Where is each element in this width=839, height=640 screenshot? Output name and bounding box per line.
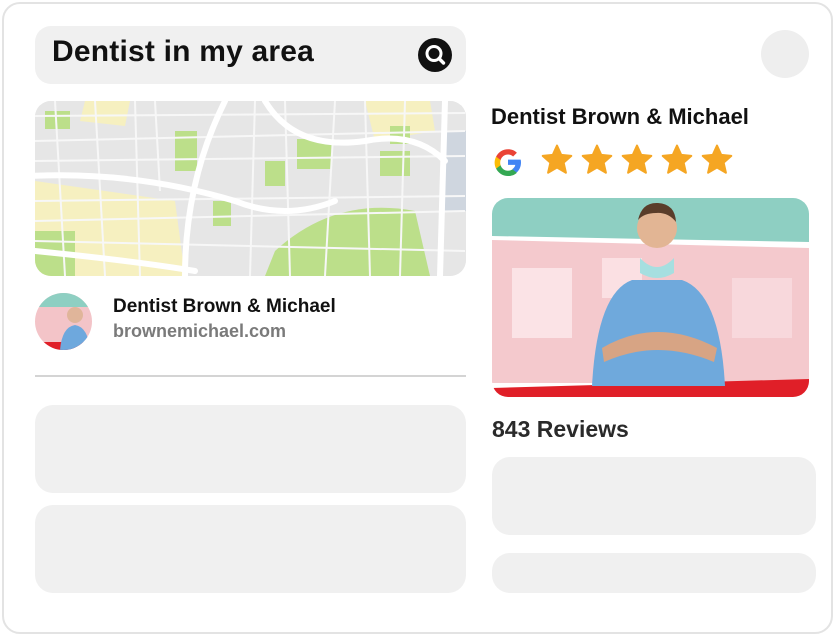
star-icon (701, 144, 733, 174)
search-icon (425, 45, 446, 65)
search-button[interactable] (418, 38, 452, 72)
star-icon (661, 144, 693, 174)
google-icon (494, 149, 521, 176)
listing-name[interactable]: Dentist Brown & Michael (113, 296, 336, 318)
business-photo[interactable] (492, 198, 809, 397)
map-view[interactable] (35, 101, 466, 276)
listing-url[interactable]: brownemichael.com (113, 321, 286, 342)
divider (35, 375, 466, 377)
search-query: Dentist in my area (52, 35, 315, 68)
listing-thumbnail[interactable] (35, 293, 92, 350)
dentist-photo-image (492, 198, 809, 397)
map-graphic (35, 101, 466, 276)
dentist-avatar-image (35, 293, 92, 350)
detail-placeholder-1 (492, 457, 816, 535)
result-placeholder-1 (35, 405, 466, 493)
star-icon (621, 144, 653, 174)
star-rating (540, 143, 734, 181)
business-title: Dentist Brown & Michael (491, 104, 749, 129)
star-icon (581, 144, 613, 174)
user-avatar[interactable] (761, 30, 809, 78)
star-icon (541, 144, 573, 174)
reviews-count[interactable]: 843 Reviews (492, 416, 629, 443)
search-bar[interactable]: Dentist in my area (35, 26, 466, 84)
detail-placeholder-2 (492, 553, 816, 593)
result-placeholder-2 (35, 505, 466, 593)
